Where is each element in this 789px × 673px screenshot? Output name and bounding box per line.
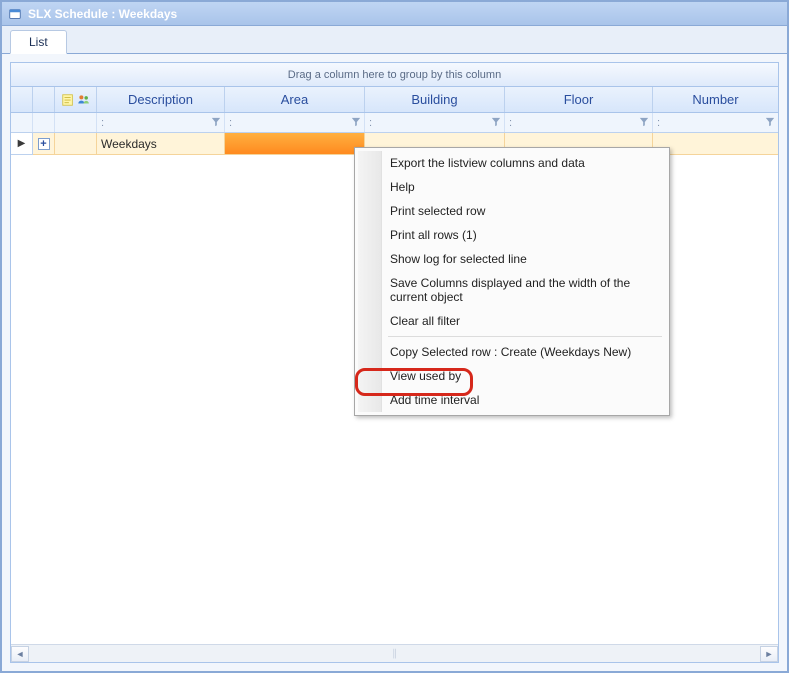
filter-expand	[33, 113, 55, 132]
funnel-icon[interactable]	[765, 116, 775, 128]
scroll-right-button[interactable]: ►	[760, 646, 778, 662]
funnel-icon[interactable]	[639, 116, 649, 128]
col-number[interactable]: Number	[653, 87, 778, 112]
filter-number[interactable]: :	[653, 113, 778, 132]
filter-building[interactable]: :	[365, 113, 505, 132]
app-icon	[8, 7, 22, 21]
column-headers: Description Area Building Floor Number	[11, 87, 778, 113]
expand-header	[33, 87, 55, 112]
app-window: SLX Schedule : Weekdays List Drag a colu…	[0, 0, 789, 673]
ctx-export[interactable]: Export the listview columns and data	[358, 151, 666, 175]
col-building[interactable]: Building	[365, 87, 505, 112]
funnel-icon[interactable]	[211, 116, 221, 128]
cell-area[interactable]	[225, 133, 365, 155]
group-by-bar[interactable]: Drag a column here to group by this colu…	[11, 63, 778, 87]
ctx-clear-filter[interactable]: Clear all filter	[358, 309, 666, 333]
scroll-track[interactable]: ║	[29, 649, 760, 658]
filter-description[interactable]: :	[97, 113, 225, 132]
cell-number[interactable]	[653, 133, 778, 155]
filter-indicator	[11, 113, 33, 132]
caret-right-icon: ▶	[18, 138, 26, 149]
col-floor[interactable]: Floor	[505, 87, 653, 112]
icons-header	[55, 87, 97, 112]
scroll-left-button[interactable]: ◄	[11, 646, 29, 662]
ctx-view-used-by[interactable]: View used by	[358, 364, 666, 388]
expand-toggle[interactable]: +	[33, 133, 55, 155]
cell-description[interactable]: Weekdays	[97, 133, 225, 155]
ctx-copy-selected[interactable]: Copy Selected row : Create (Weekdays New…	[358, 340, 666, 364]
context-menu-separator	[388, 336, 662, 337]
filter-text: :	[101, 117, 104, 129]
filter-text: :	[369, 117, 372, 129]
col-description[interactable]: Description	[97, 87, 225, 112]
ctx-show-log[interactable]: Show log for selected line	[358, 247, 666, 271]
ctx-print-selected[interactable]: Print selected row	[358, 199, 666, 223]
funnel-icon[interactable]	[351, 116, 361, 128]
tabstrip: List	[2, 26, 787, 54]
users-icon	[77, 93, 91, 107]
row-icons	[55, 133, 97, 155]
row-indicator: ▶	[11, 133, 33, 155]
horizontal-scrollbar[interactable]: ◄ ║ ►	[11, 644, 778, 662]
row-indicator-header	[11, 87, 33, 112]
ctx-print-all[interactable]: Print all rows (1)	[358, 223, 666, 247]
funnel-icon[interactable]	[491, 116, 501, 128]
filter-row: : : : : :	[11, 113, 778, 133]
tab-list[interactable]: List	[10, 30, 67, 54]
filter-area[interactable]: :	[225, 113, 365, 132]
filter-text: :	[509, 117, 512, 129]
titlebar: SLX Schedule : Weekdays	[2, 2, 787, 26]
filter-text: :	[657, 117, 660, 129]
ctx-save-columns[interactable]: Save Columns displayed and the width of …	[358, 271, 666, 309]
context-menu: Export the listview columns and data Hel…	[354, 147, 670, 416]
filter-floor[interactable]: :	[505, 113, 653, 132]
filter-text: :	[229, 117, 232, 129]
filter-icons	[55, 113, 97, 132]
ctx-help[interactable]: Help	[358, 175, 666, 199]
window-title: SLX Schedule : Weekdays	[28, 7, 177, 21]
ctx-add-time-interval[interactable]: Add time interval	[358, 388, 666, 412]
note-icon	[61, 93, 75, 107]
plus-icon: +	[38, 138, 50, 150]
col-area[interactable]: Area	[225, 87, 365, 112]
